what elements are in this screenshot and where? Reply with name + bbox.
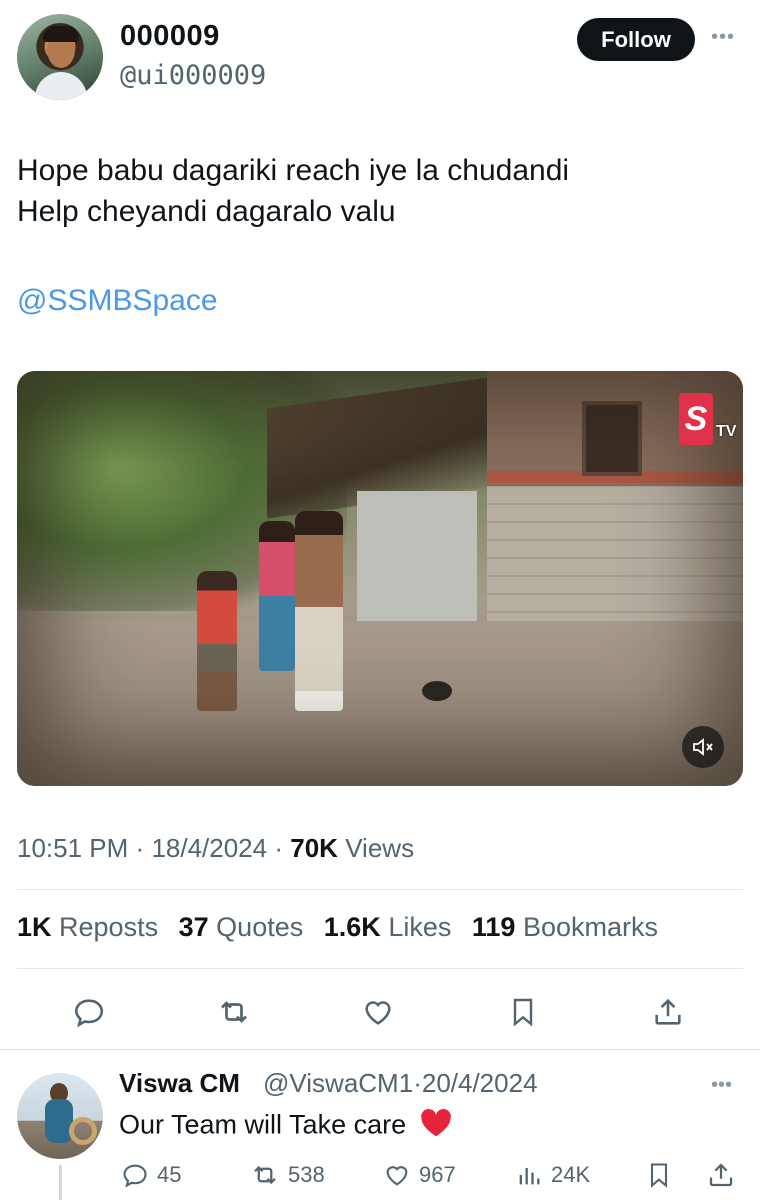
- reposts-stat[interactable]: 1K Reposts: [17, 912, 158, 942]
- reply-avatar-rope: [69, 1117, 97, 1145]
- reply-likes-count: 967: [419, 1162, 456, 1187]
- divider: [17, 889, 743, 890]
- bookmark-icon[interactable]: [503, 992, 543, 1032]
- more-options-icon[interactable]: •••: [711, 26, 735, 49]
- avatar-hair: [43, 26, 79, 42]
- reply-replies-count: 45: [157, 1162, 182, 1187]
- analytics-icon: [519, 1168, 540, 1185]
- reply-bookmark-action[interactable]: [645, 1158, 681, 1192]
- post-date[interactable]: 18/4/2024: [151, 833, 267, 863]
- reposts-label: Reposts: [59, 912, 159, 942]
- thread-line: [59, 1165, 62, 1200]
- reply-icon: [123, 1164, 147, 1188]
- reply-views-count: 24K: [551, 1162, 591, 1187]
- post-text-line: Help cheyandi dagaralo valu: [17, 195, 396, 228]
- reply-avatar-body: [45, 1099, 73, 1143]
- channel-logo: S: [679, 393, 713, 445]
- reply-text: Our Team will Take care: [119, 1108, 452, 1145]
- reply-reply-action[interactable]: 45: [121, 1158, 181, 1192]
- bookmarks-stat[interactable]: 119 Bookmarks: [472, 912, 658, 942]
- share-icon[interactable]: [648, 992, 688, 1032]
- quotes-stat[interactable]: 37 Quotes: [179, 912, 304, 942]
- author-avatar[interactable]: [17, 14, 103, 100]
- post-meta: 10:51 PM · 18/4/2024 · 70K Views: [17, 833, 414, 864]
- reply-more-options-icon[interactable]: •••: [711, 1074, 732, 1097]
- repost-icon: [254, 1165, 276, 1185]
- mention-link[interactable]: @SSMBSpace: [17, 284, 218, 318]
- reply-separator: ·: [413, 1068, 422, 1098]
- repost-icon[interactable]: [214, 992, 254, 1032]
- reply-text-content: Our Team will Take care: [119, 1109, 407, 1140]
- reply-handle-date: @ViswaCM1·20/4/2024: [263, 1068, 538, 1099]
- meta-separator: ·: [135, 833, 145, 863]
- reply-handle[interactable]: @ViswaCM1: [263, 1068, 413, 1098]
- reply-views-action[interactable]: 24K: [515, 1158, 590, 1192]
- views-label: Views: [345, 833, 415, 863]
- post-text: Hope babu dagariki reach iye la chudandi…: [17, 150, 737, 232]
- post-header: 000009 @ui000009 Follow •••: [0, 0, 760, 110]
- reply-icon[interactable]: [69, 992, 109, 1032]
- channel-logo-suffix: TV: [716, 423, 737, 440]
- reply-display-name[interactable]: Viswa CM: [119, 1068, 240, 1099]
- reply-author-avatar[interactable]: [17, 1073, 103, 1159]
- reply-reposts-count: 538: [288, 1162, 325, 1187]
- likes-stat[interactable]: 1.6K Likes: [324, 912, 452, 942]
- divider: [17, 968, 743, 969]
- avatar-shirt: [35, 72, 87, 100]
- likes-count: 1.6K: [323, 912, 381, 942]
- bookmark-icon: [650, 1163, 668, 1188]
- follow-button[interactable]: Follow: [577, 18, 695, 61]
- author-display-name[interactable]: 000009: [120, 20, 220, 53]
- meta-separator: ·: [274, 833, 284, 863]
- reply-repost-action[interactable]: 538: [250, 1158, 325, 1192]
- post-text-line: Hope babu dagariki reach iye la chudandi: [17, 154, 570, 187]
- section-separator: [0, 1049, 760, 1050]
- author-handle[interactable]: @ui000009: [120, 60, 266, 91]
- reply-date[interactable]: 20/4/2024: [422, 1068, 538, 1098]
- post-stats: 1K Reposts 37 Quotes 1.6K Likes 119 Book…: [17, 912, 671, 943]
- bookmarks-count: 119: [471, 912, 516, 942]
- views-count: 70K: [290, 833, 338, 863]
- volume-mute-icon[interactable]: [682, 726, 724, 768]
- likes-label: Likes: [388, 912, 452, 942]
- post-video[interactable]: S TV: [17, 371, 743, 786]
- quotes-label: Quotes: [216, 912, 304, 942]
- red-heart-emoji: [420, 1108, 452, 1145]
- like-icon[interactable]: [358, 992, 398, 1032]
- reply-like-action[interactable]: 967: [383, 1158, 456, 1192]
- post-time[interactable]: 10:51 PM: [17, 833, 128, 863]
- share-icon: [709, 1163, 733, 1187]
- bookmarks-label: Bookmarks: [522, 912, 658, 942]
- reposts-count: 1K: [17, 912, 52, 942]
- reply-share-action[interactable]: [706, 1158, 744, 1192]
- video-vignette: [17, 371, 743, 786]
- quotes-count: 37: [178, 912, 209, 942]
- like-icon: [386, 1166, 408, 1186]
